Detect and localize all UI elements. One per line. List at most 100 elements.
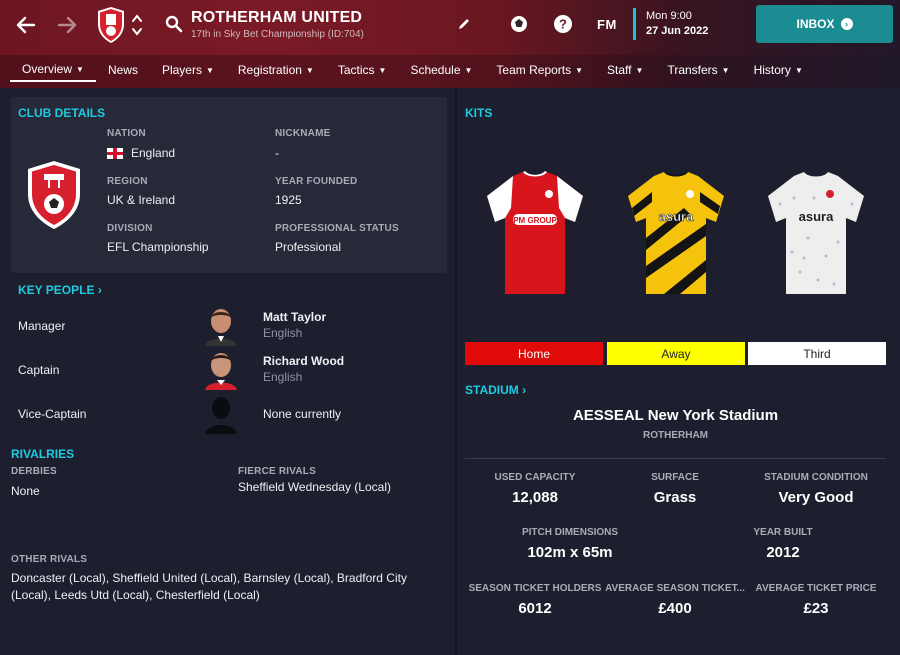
manager-avatar[interactable] [203, 306, 239, 346]
chevron-down-icon: ▼ [76, 64, 84, 74]
stadium-condition-label: STADIUM CONDITION [764, 472, 868, 483]
year-built-label: YEAR BUILT [753, 527, 813, 538]
average-ticket-price-label: AVERAGE TICKET PRICE [755, 583, 877, 594]
pitch-dimensions-label: PITCH DIMENSIONS [521, 527, 619, 538]
date-accent-bar [633, 8, 636, 40]
division-value[interactable]: EFL Championship [107, 240, 209, 254]
forward-arrow-icon[interactable] [55, 13, 79, 37]
chevron-down-icon: ▼ [305, 65, 314, 75]
kits-title: KITS [465, 106, 493, 120]
search-icon[interactable] [164, 14, 184, 34]
edit-pencil-icon[interactable] [455, 15, 473, 33]
club-league-position: 17th in Sky Bet Championship (ID:704) [191, 29, 364, 40]
captain-name[interactable]: Richard Wood [263, 354, 344, 368]
current-date[interactable]: 27 Jun 2022 [646, 25, 708, 37]
home-kit-button[interactable]: Home [465, 342, 603, 365]
chevron-down-icon: ▼ [635, 65, 644, 75]
stadium-name[interactable]: AESSEAL New York Stadium [465, 407, 886, 424]
manager-name[interactable]: Matt Taylor [263, 310, 326, 324]
vice-captain-name: None currently [263, 407, 342, 421]
svg-text:?: ? [559, 17, 567, 32]
chevron-down-icon: ▼ [464, 65, 473, 75]
year-built-value: 2012 [766, 544, 800, 561]
club-name: ROTHERHAM UNITED [191, 9, 363, 26]
region-value: UK & Ireland [107, 193, 176, 207]
england-flag-icon [107, 148, 123, 160]
tab-team-reports[interactable]: Team Reports ▼ [484, 58, 595, 82]
chevron-down-icon: ▼ [794, 65, 803, 75]
role-vice-captain: Vice-Captain [18, 407, 87, 421]
back-arrow-icon[interactable] [14, 13, 38, 37]
tab-overview[interactable]: Overview ▼ [10, 58, 96, 82]
other-rivals-label: OTHER RIVALS [11, 554, 88, 565]
inbox-button[interactable]: INBOX › [756, 5, 893, 43]
svg-text:asura: asura [659, 209, 694, 224]
year-founded-label: YEAR FOUNDED [275, 176, 358, 187]
rivalries-title: RIVALRIES [11, 447, 75, 461]
club-crest-icon [26, 160, 82, 230]
role-captain: Captain [18, 363, 60, 377]
fierce-rivals-label: FIERCE RIVALS [238, 466, 316, 477]
tab-staff[interactable]: Staff ▼ [595, 58, 655, 82]
nation-value: England [107, 146, 175, 160]
vice-captain-silhouette-icon [203, 394, 239, 434]
fm-menu-button[interactable]: FM [597, 17, 617, 32]
svg-text:asura: asura [799, 209, 834, 224]
role-manager: Manager [18, 319, 66, 333]
year-founded-value: 1925 [275, 193, 302, 207]
chevron-down-icon: ▼ [205, 65, 214, 75]
professional-status-value: Professional [275, 240, 342, 254]
used-capacity-label: USED CAPACITY [494, 472, 576, 483]
tab-history[interactable]: History ▼ [742, 58, 815, 82]
stadium-condition-value: Very Good [778, 489, 854, 506]
pitch-dimensions-value: 102m x 65m [527, 544, 613, 561]
tab-tactics[interactable]: Tactics ▼ [326, 58, 399, 82]
stadium-city: ROTHERHAM [643, 430, 708, 441]
third-kit[interactable]: asura [764, 168, 868, 298]
stadium-divider [465, 458, 886, 459]
chevron-down-icon: ▼ [721, 65, 730, 75]
captain-nationality: English [263, 370, 303, 384]
division-label: DIVISION [107, 223, 153, 234]
season-ticket-holders-label: SEASON TICKET HOLDERS [468, 583, 602, 594]
panel-divider [455, 88, 457, 655]
other-rivals-line1[interactable]: Doncaster (Local), Sheffield United (Loc… [11, 571, 407, 585]
nickname-label: NICKNAME [275, 128, 331, 139]
chevron-down-icon: ▼ [378, 65, 387, 75]
club-switcher-chevrons-icon[interactable] [131, 12, 143, 38]
chevron-right-icon: › [518, 383, 527, 397]
surface-label: SURFACE [651, 472, 699, 483]
tab-registration[interactable]: Registration ▼ [226, 58, 326, 82]
home-kit[interactable]: PM GROUP [483, 168, 587, 298]
key-people-link[interactable]: KEY PEOPLE › [18, 283, 102, 297]
club-badge-icon[interactable] [96, 6, 126, 44]
average-ticket-price-value: £23 [803, 600, 829, 617]
arrow-circle-icon: › [840, 18, 853, 30]
football-icon[interactable] [509, 14, 529, 34]
third-kit-button[interactable]: Third [748, 342, 886, 365]
chevron-down-icon: ▼ [575, 65, 584, 75]
tab-news[interactable]: News [96, 58, 150, 82]
club-details-title: CLUB DETAILS [18, 106, 106, 120]
derbies-label: DERBIES [11, 466, 57, 477]
captain-avatar[interactable] [203, 350, 239, 390]
tab-players[interactable]: Players ▼ [150, 58, 226, 82]
stadium-link[interactable]: STADIUM › [465, 383, 526, 397]
inbox-label: INBOX [796, 17, 835, 31]
tab-transfers[interactable]: Transfers ▼ [655, 58, 741, 82]
svg-text:PM GROUP: PM GROUP [513, 216, 557, 225]
chevron-right-icon: › [94, 283, 102, 297]
tab-schedule[interactable]: Schedule ▼ [398, 58, 484, 82]
other-rivals-line2[interactable]: (Local), Leeds Utd (Local), Chesterfield… [11, 588, 260, 602]
away-kit-button[interactable]: Away [607, 342, 745, 365]
surface-value: Grass [653, 489, 697, 506]
average-season-ticket-label: AVERAGE SEASON TICKET... [605, 583, 745, 594]
current-day-time[interactable]: Mon 9:00 [646, 10, 692, 22]
season-ticket-holders-value: 6012 [518, 600, 552, 617]
average-season-ticket-value: £400 [658, 600, 692, 617]
nation-label: NATION [107, 128, 146, 139]
away-kit[interactable]: asura [624, 168, 728, 298]
help-icon[interactable]: ? [553, 14, 573, 34]
fierce-rivals-value[interactable]: Sheffield Wednesday (Local) [238, 480, 391, 494]
professional-status-label: PROFESSIONAL STATUS [275, 223, 399, 234]
